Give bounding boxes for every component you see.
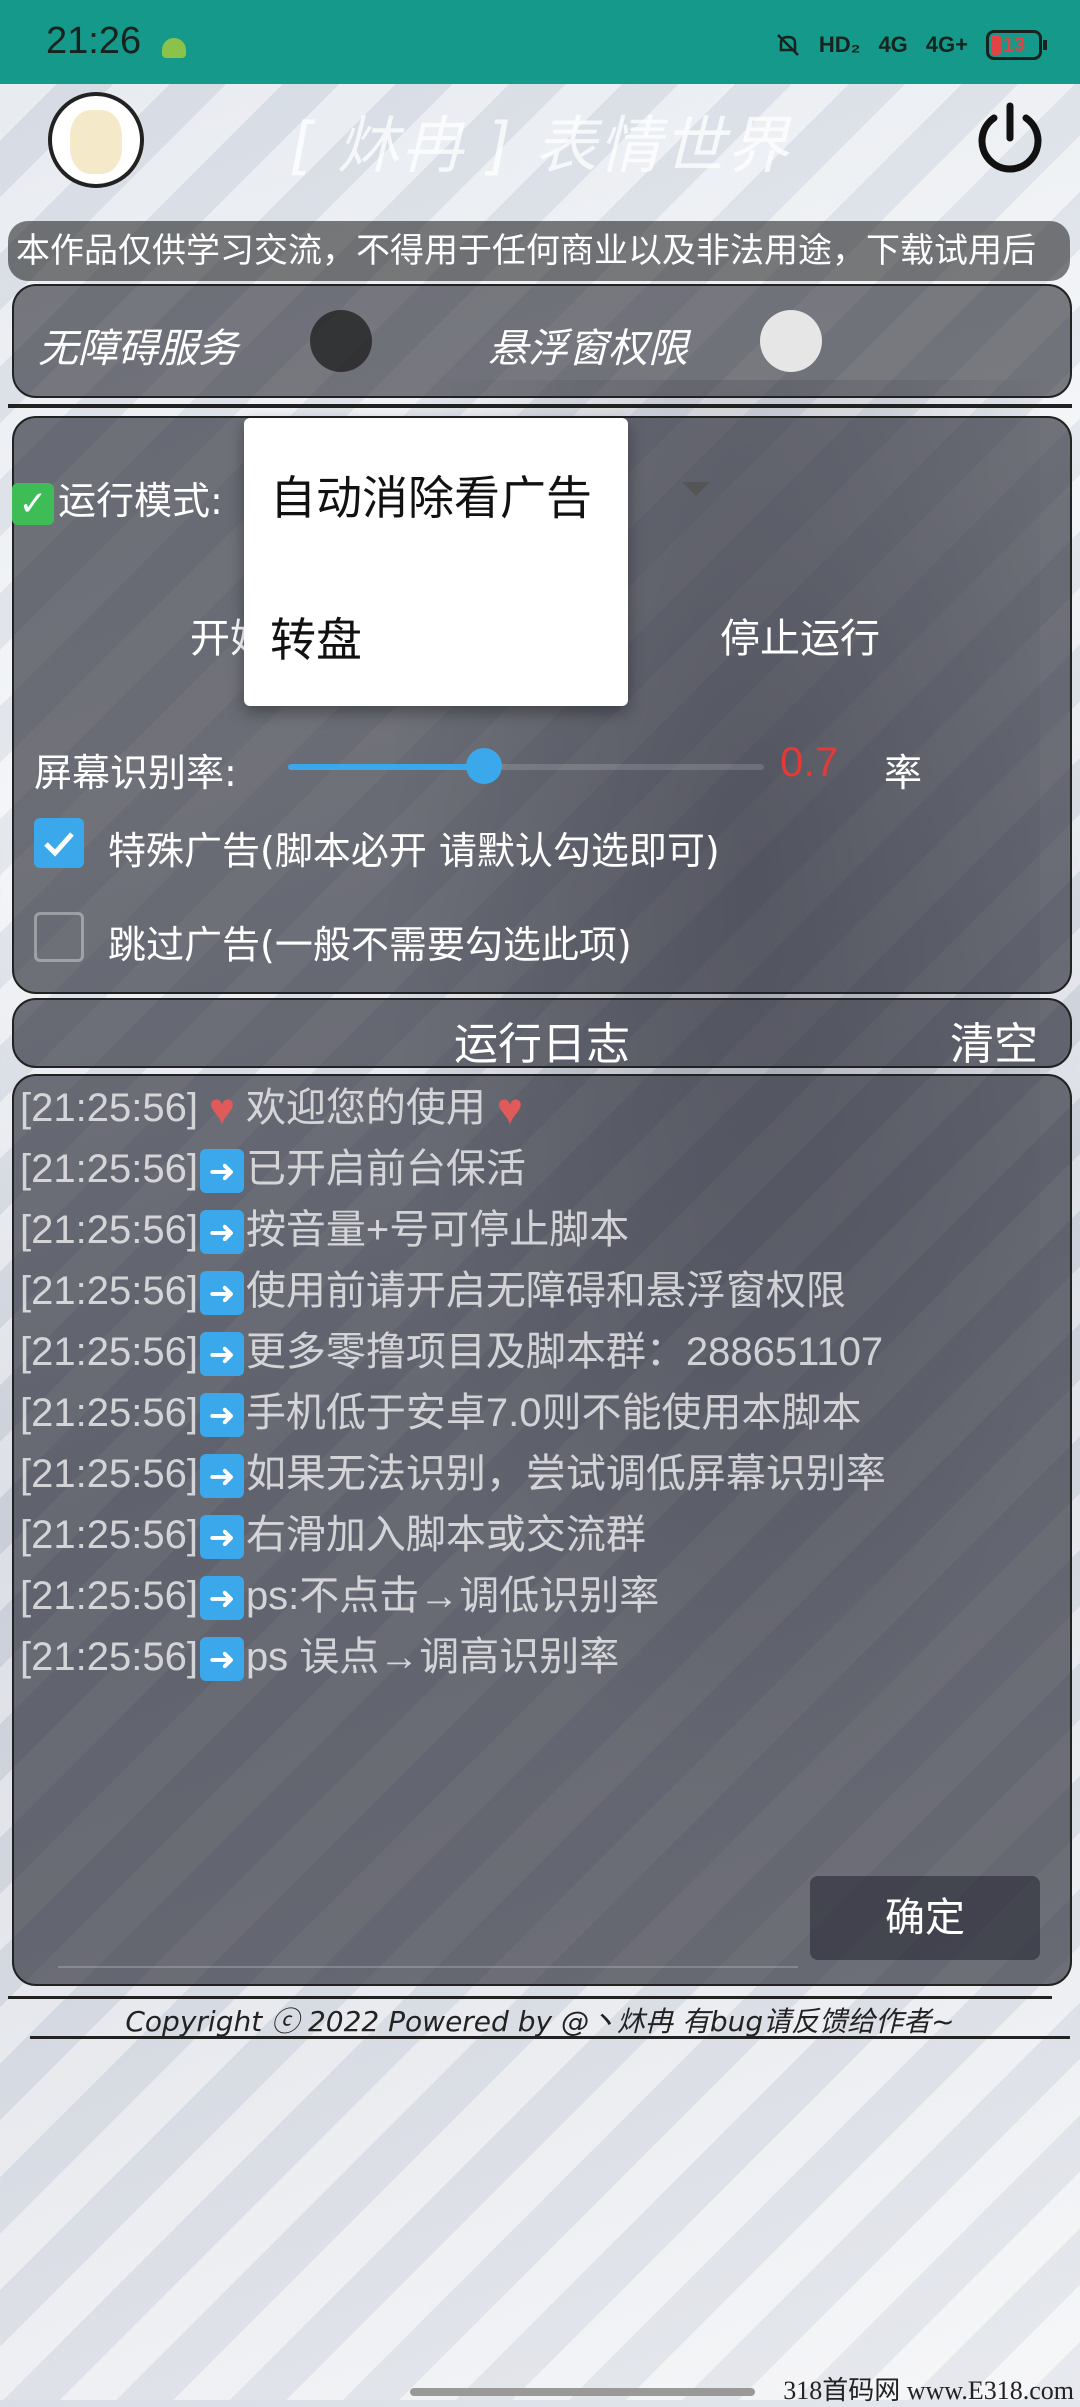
log-message: ps:不点击→调低识别率 bbox=[245, 1574, 660, 1618]
accessibility-service-label: 无障碍服务 bbox=[38, 326, 238, 372]
log-message: ps 误点→调高识别率 bbox=[245, 1635, 620, 1679]
heart-icon: ♥ bbox=[496, 1085, 523, 1135]
log-header: 运行日志 清空 bbox=[12, 998, 1072, 1070]
notice-marquee: 本作品仅供学习交流，不得用于任何商业以及非法用途，下载试用后 bbox=[8, 221, 1070, 281]
confirm-button[interactable]: 确定 bbox=[810, 1876, 1040, 1960]
log-timestamp: [21:25:56] bbox=[20, 1330, 198, 1374]
accessibility-service-toggle[interactable] bbox=[310, 310, 372, 372]
log-title: 运行日志 bbox=[454, 1019, 630, 1070]
overlay-permission-label: 悬浮窗权限 bbox=[488, 326, 688, 372]
log-timestamp: [21:25:56] bbox=[20, 1635, 198, 1679]
stop-button[interactable]: 停止运行 bbox=[720, 606, 880, 664]
log-timestamp: [21:25:56] bbox=[20, 1147, 198, 1191]
arrow-right-icon: ➜ bbox=[199, 1576, 244, 1621]
footer-divider-bottom bbox=[30, 2036, 1070, 2039]
battery-icon: 13 bbox=[986, 30, 1047, 60]
arrow-right-icon: ➜ bbox=[199, 1332, 244, 1377]
special-ads-checkbox[interactable] bbox=[34, 818, 84, 868]
log-entry: [21:25:56] ➜ 按音量+号可停止脚本 bbox=[20, 1204, 886, 1265]
log-entry: [21:25:56] ♥ 欢迎您的使用 ♥ bbox=[20, 1082, 886, 1143]
arrow-right-icon: ➜ bbox=[199, 1271, 244, 1316]
arrow-right-icon: ➜ bbox=[199, 1515, 244, 1560]
arrow-right-icon: ➜ bbox=[199, 1210, 244, 1255]
log-message: 使用前请开启无障碍和悬浮窗权限 bbox=[245, 1269, 846, 1313]
divider bbox=[8, 404, 1072, 408]
dropdown-option-wheel[interactable]: 转盘 bbox=[270, 604, 362, 670]
bell-off-icon bbox=[776, 34, 799, 56]
run-mode-row: ✓ 运行模式: bbox=[12, 470, 223, 525]
log-message: 如果无法识别，尝试调低屏幕识别率 bbox=[245, 1452, 886, 1496]
log-entry: [21:25:56] ➜ ps:不点击→调低识别率 bbox=[20, 1570, 886, 1631]
rate-slider-track-filled[interactable] bbox=[288, 764, 484, 770]
log-timestamp: [21:25:56] bbox=[20, 1391, 198, 1435]
skip-ads-label: 跳过广告(一般不需要勾选此项) bbox=[108, 923, 632, 967]
rate-unit: 率 bbox=[884, 751, 923, 795]
log-scrollbar[interactable] bbox=[58, 1966, 798, 1968]
check-mark-icon: ✓ bbox=[12, 482, 54, 525]
log-entry: [21:25:56] ➜ 更多零撸项目及脚本群：288651107 bbox=[20, 1326, 886, 1387]
rate-value: 0.7 bbox=[780, 738, 839, 785]
log-entry: [21:25:56] ➜ 已开启前台保活 bbox=[20, 1143, 886, 1204]
log-message: 手机低于安卓7.0则不能使用本脚本 bbox=[245, 1391, 862, 1435]
log-message: 按音量+号可停止脚本 bbox=[245, 1208, 630, 1252]
log-timestamp: [21:25:56] bbox=[20, 1513, 198, 1557]
watermark: 318首码网 www.E318.com bbox=[783, 2376, 1074, 2405]
arrow-right-icon: ➜ bbox=[199, 1637, 244, 1682]
log-message: 已开启前台保活 bbox=[245, 1147, 526, 1191]
permissions-panel: 无障碍服务 悬浮窗权限 bbox=[12, 284, 1072, 398]
status-time: 21:26 bbox=[46, 20, 142, 62]
app-title: [ 炑冉 ] 表情世界 bbox=[289, 109, 791, 182]
log-message: 右滑加入脚本或交流群 bbox=[245, 1513, 646, 1557]
home-indicator[interactable] bbox=[410, 2388, 755, 2396]
network-4g-plus-icon: 4G+ bbox=[925, 32, 968, 57]
overlay-permission-toggle[interactable] bbox=[760, 310, 822, 372]
log-timestamp: [21:25:56] bbox=[20, 1452, 198, 1496]
log-timestamp: [21:25:56] bbox=[20, 1269, 198, 1313]
log-entry: [21:25:56] ➜ 右滑加入脚本或交流群 bbox=[20, 1509, 886, 1570]
special-ads-label: 特殊广告(脚本必开 请默认勾选即可) bbox=[108, 829, 720, 873]
rate-slider-thumb[interactable] bbox=[466, 748, 502, 784]
footer-divider-top bbox=[8, 1996, 1052, 1999]
copyright-text: Copyright ⓒ 2022 Powered by @丶炑冉 有bug请反馈… bbox=[125, 2005, 955, 2038]
recognition-rate-label: 屏幕识别率: bbox=[34, 751, 237, 795]
arrow-right-icon: ➜ bbox=[199, 1454, 244, 1499]
arrow-right-icon: ➜ bbox=[199, 1393, 244, 1438]
status-bar: 21:26 HD₂ 4G 4G+ 13 bbox=[0, 0, 1080, 84]
log-message: 欢迎您的使用 bbox=[245, 1086, 486, 1130]
hd-indicator: HD₂ bbox=[818, 32, 861, 57]
clear-log-button[interactable]: 清空 bbox=[950, 1008, 1038, 1072]
checkmark-icon bbox=[44, 832, 74, 857]
log-message: 更多零撸项目及脚本群：288651107 bbox=[245, 1330, 884, 1374]
log-panel[interactable]: [21:25:56] ♥ 欢迎您的使用 ♥ [21:25:56] ➜ 已开启前台保活 [21:… bbox=[12, 1074, 1072, 1986]
heart-icon: ♥ bbox=[208, 1085, 235, 1135]
power-icon[interactable] bbox=[970, 98, 1050, 178]
log-entry: [21:25:56] ➜ ps 误点→调高识别率 bbox=[20, 1631, 886, 1692]
log-entry: [21:25:56] ➜ 使用前请开启无障碍和悬浮窗权限 bbox=[20, 1265, 886, 1326]
mode-dropdown-caret-icon[interactable] bbox=[682, 482, 710, 496]
arrow-right-icon: ➜ bbox=[199, 1149, 244, 1194]
log-list: [21:25:56] ♥ 欢迎您的使用 ♥ [21:25:56] ➜ 已开启前台保活 [21:… bbox=[20, 1082, 886, 1692]
dropdown-option-auto-clear[interactable]: 自动消除看广告 bbox=[270, 462, 592, 528]
status-icons: HD₂ 4G 4G+ 13 bbox=[775, 30, 1047, 60]
log-timestamp: [21:25:56] bbox=[20, 1208, 198, 1252]
network-4g-icon: 4G bbox=[878, 32, 908, 57]
android-notification-icon bbox=[162, 38, 186, 58]
battery-level: 13 bbox=[1002, 33, 1026, 56]
log-entry: [21:25:56] ➜ 如果无法识别，尝试调低屏幕识别率 bbox=[20, 1448, 886, 1509]
skip-ads-checkbox[interactable] bbox=[34, 912, 84, 962]
log-timestamp: [21:25:56] bbox=[20, 1574, 198, 1618]
rate-slider-track[interactable] bbox=[484, 764, 764, 770]
log-timestamp: [21:25:56] bbox=[20, 1086, 198, 1130]
log-entry: [21:25:56] ➜ 手机低于安卓7.0则不能使用本脚本 bbox=[20, 1387, 886, 1448]
run-mode-dropdown-menu: 自动消除看广告 转盘 bbox=[244, 418, 628, 706]
run-mode-label: 运行模式: bbox=[58, 479, 223, 523]
